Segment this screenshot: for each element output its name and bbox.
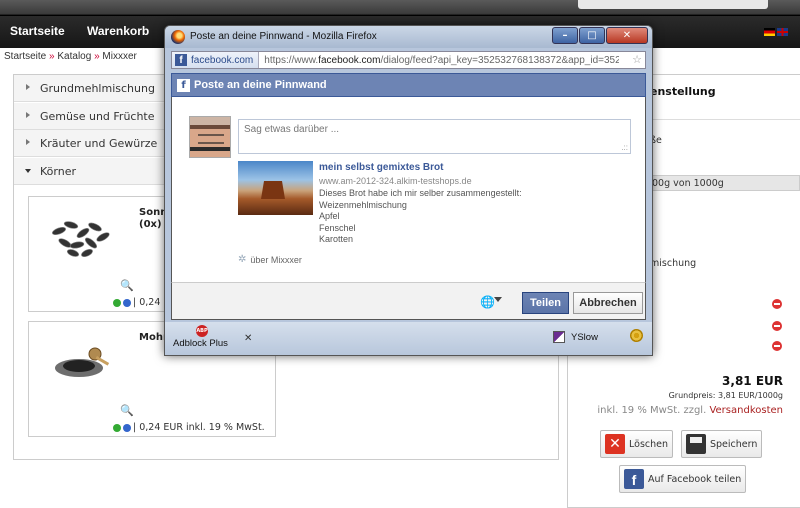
tax-info: inkl. 19 % MwSt. zzgl. Versandkosten [597, 405, 783, 416]
resize-grip-icon[interactable]: .:: [621, 143, 628, 152]
link-preview-description: Dieses Brot habe ich mir selber zusammen… [319, 188, 522, 244]
save-button[interactable]: Speichern [681, 430, 763, 458]
dialog-content: Sag etwas darüber ... .:: mein selbst ge… [171, 97, 646, 282]
window-titlebar[interactable]: Poste an deine Pinnwand - Mozilla Firefo… [165, 26, 652, 48]
zoom-icon[interactable]: 🔍 [120, 404, 134, 417]
facebook-share-button[interactable]: f Auf Facebook teilen [619, 465, 747, 493]
facebook-share-popup-window: Poste an deine Pinnwand - Mozilla Firefo… [164, 25, 653, 356]
window-controls: – □ ✕ [552, 27, 648, 44]
shipping-costs-link[interactable]: Versandkosten [709, 405, 783, 416]
product-price: | 0,24 EUR inkl. 19 % MwSt. [113, 422, 265, 433]
minimize-button[interactable]: – [552, 27, 578, 44]
floppy-disk-icon [686, 434, 706, 454]
info-icon[interactable] [123, 423, 131, 432]
remove-icon[interactable] [772, 321, 782, 331]
close-icon[interactable]: ✕ [244, 333, 252, 344]
add-icon[interactable] [113, 423, 121, 432]
adblock-plus-label[interactable]: Adblock Plus [173, 338, 228, 349]
weight-bar: 00g von 1000g [650, 175, 800, 191]
app-gear-icon: ✲ [238, 254, 247, 265]
adblock-icon[interactable]: ABP [196, 325, 208, 337]
maximize-button[interactable]: □ [579, 27, 605, 44]
share-button[interactable]: Teilen [522, 292, 569, 314]
dialog-footer: 🌐 Teilen Abbrechen [171, 282, 646, 320]
zoom-icon[interactable]: 🔍 [120, 279, 134, 292]
language-flags [764, 28, 788, 36]
product-price: | 0,24 [113, 297, 160, 308]
chevron-down-icon [25, 169, 31, 173]
panel-title: enstellung [650, 85, 716, 98]
nav-warenkorb[interactable]: Warenkorb [87, 24, 149, 38]
link-preview-title[interactable]: mein selbst gemixtes Brot [319, 162, 443, 173]
address-bar[interactable]: f facebook.com https://www.facebook.com/… [171, 51, 646, 69]
firefox-icon [171, 30, 185, 44]
facebook-icon: f [177, 79, 190, 92]
avatar [189, 116, 231, 158]
globe-icon[interactable]: 🌐 [480, 295, 495, 309]
url-text[interactable]: https://www.facebook.com/dialog/feed?api… [259, 55, 619, 66]
browser-statusbar: ABP Adblock Plus ✕ YSlow [165, 322, 652, 355]
breadcrumb-startseite[interactable]: Startseite [4, 51, 46, 62]
flag-uk-icon[interactable] [777, 28, 788, 36]
search-box[interactable] [578, 0, 768, 9]
yslow-label[interactable]: YSlow [571, 332, 598, 343]
remove-icon[interactable] [772, 299, 782, 309]
breadcrumb-katalog[interactable]: Katalog [57, 51, 91, 62]
app-attribution: ✲ über Mixxxer [238, 254, 302, 265]
add-icon[interactable] [113, 298, 121, 307]
breadcrumb: Startseite » Katalog » Mixxxer [4, 51, 137, 62]
window-title: Poste an deine Pinnwand - Mozilla Firefo… [190, 31, 377, 42]
header-banner [0, 0, 800, 14]
cancel-button[interactable]: Abbrechen [573, 292, 643, 314]
gear-icon[interactable] [630, 329, 643, 342]
bookmark-star-icon[interactable]: ☆ [632, 53, 642, 66]
link-preview-image[interactable] [238, 161, 313, 215]
nav-startseite[interactable]: Startseite [10, 24, 65, 38]
dialog-header: f Poste an deine Pinnwand [171, 73, 646, 97]
remove-icon[interactable] [772, 341, 782, 351]
site-identity-button[interactable]: f facebook.com [172, 52, 260, 68]
facebook-icon: f [624, 469, 644, 489]
close-icon: ✕ [605, 434, 625, 454]
status-message-input[interactable]: Sag etwas darüber ... .:: [238, 119, 631, 154]
chevron-right-icon [26, 84, 30, 90]
base-price: Grundpreis: 3,81 EUR/1000g [668, 391, 783, 400]
info-icon[interactable] [123, 298, 131, 307]
facebook-icon: f [175, 54, 187, 66]
dialog-title: Poste an deine Pinnwand [194, 79, 327, 91]
yslow-icon[interactable] [553, 331, 565, 343]
link-preview-domain: www.am-2012-324.alkim-testshops.de [319, 176, 472, 186]
total-price: 3,81 EUR [722, 374, 783, 388]
flag-de-icon[interactable] [764, 28, 775, 36]
poppy-seeds-image [55, 347, 110, 377]
breadcrumb-mixxxer[interactable]: Mixxxer [102, 51, 136, 62]
divider [650, 119, 800, 120]
panel-text-mischung: mischung [650, 258, 697, 269]
chevron-right-icon [26, 112, 30, 118]
chevron-down-icon[interactable] [494, 297, 502, 302]
chevron-right-icon [26, 139, 30, 145]
close-window-button[interactable]: ✕ [606, 27, 648, 44]
delete-button[interactable]: ✕ Löschen [600, 430, 673, 458]
sunflower-seeds-image [52, 221, 110, 258]
